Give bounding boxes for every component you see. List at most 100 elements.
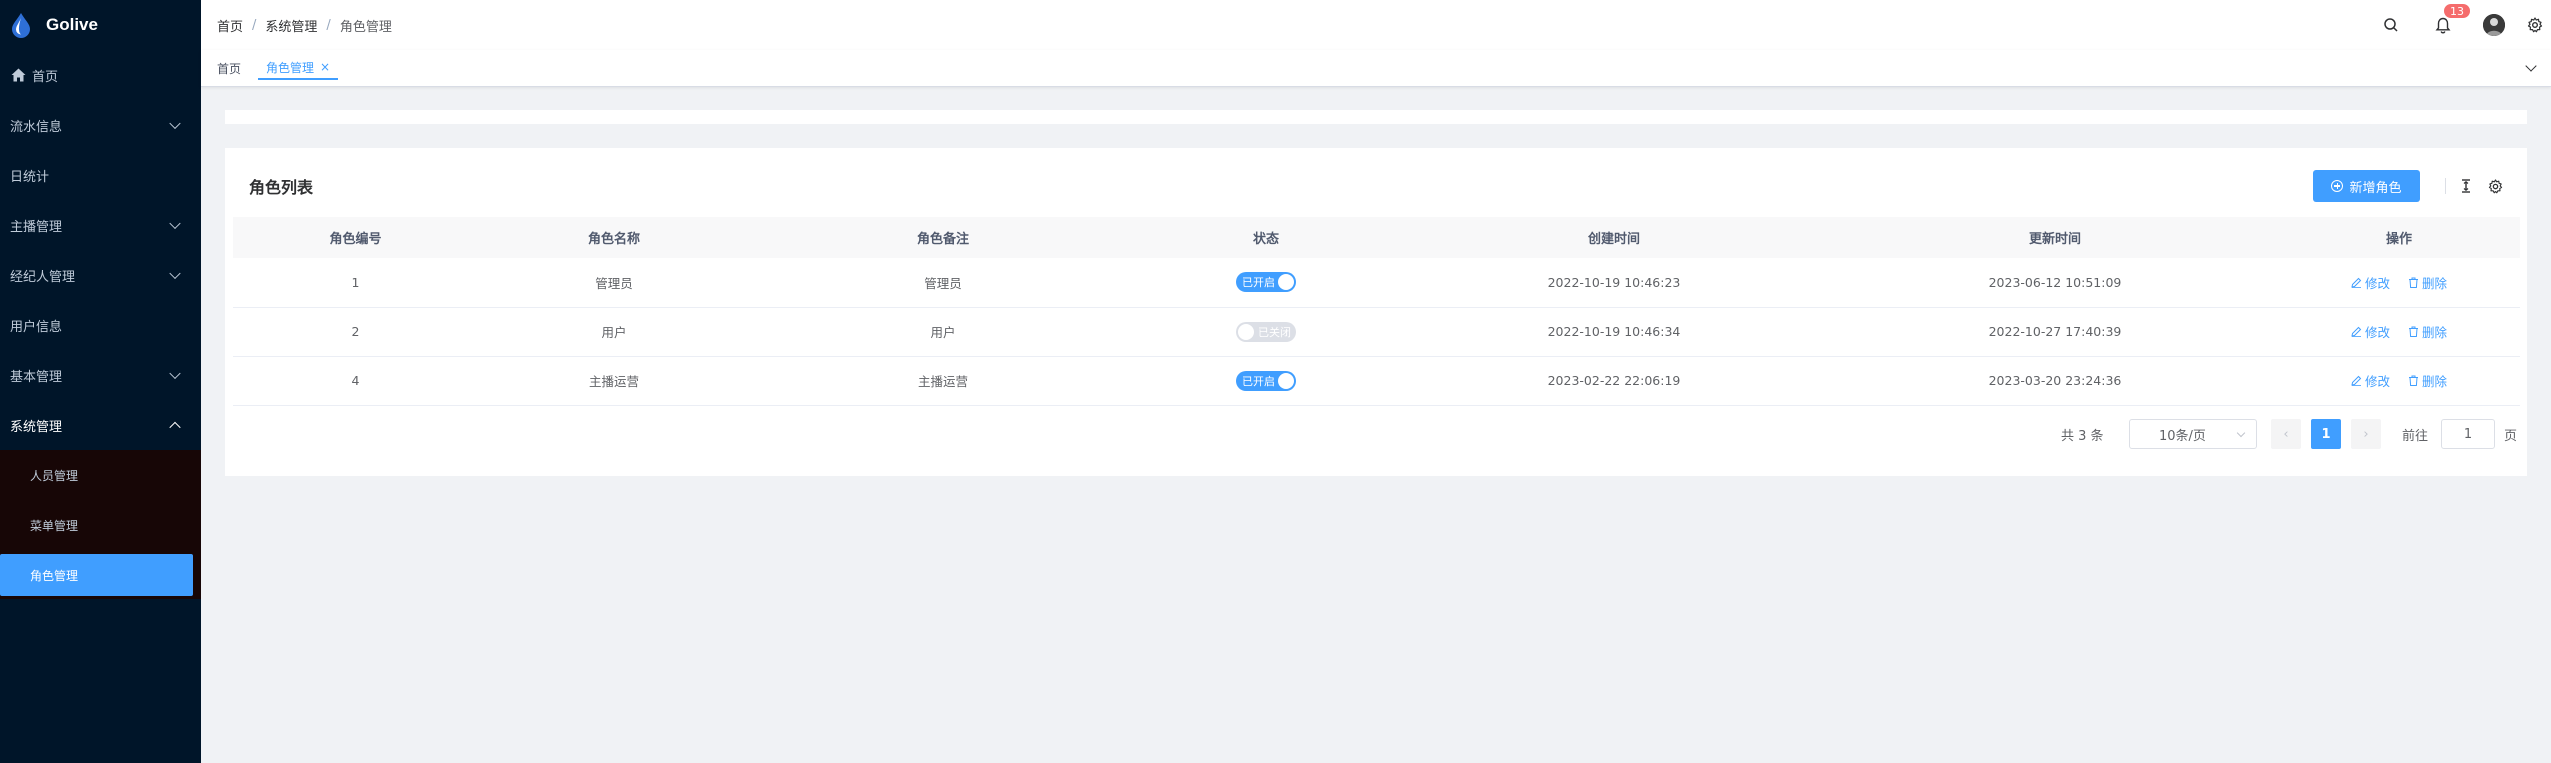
sidebar-item-label: 系统管理: [10, 419, 63, 435]
prev-page-button[interactable]: ‹: [2271, 419, 2301, 449]
sidebar-item-label: 首页: [32, 69, 59, 85]
sidebar-item-system-management[interactable]: 系统管理: [0, 400, 201, 450]
sidebar-item-label: 日统计: [10, 169, 50, 185]
goto-page-input[interactable]: [2441, 419, 2495, 449]
page-size-select[interactable]: 10条/页: [2129, 419, 2257, 449]
sidebar: Golive 首页 流水信息 日统计 主播管理 经纪人管理 用户信息 基本管理 …: [0, 0, 201, 763]
sidebar-item-agent-management[interactable]: 经纪人管理: [0, 250, 201, 300]
plus-circle-icon: [2331, 180, 2344, 192]
created-time: 2022-10-19 10:46:34: [1396, 307, 1832, 357]
chevron-down-icon: [169, 267, 181, 280]
sidebar-item-home[interactable]: 首页: [0, 50, 201, 100]
trash-icon: [2408, 326, 2418, 337]
role-remark: 用户: [750, 307, 1136, 357]
sidebar-item-anchor-management[interactable]: 主播管理: [0, 200, 201, 250]
column-height-icon[interactable]: [2456, 176, 2476, 196]
chevron-up-icon: [169, 421, 181, 434]
role-id: 2: [233, 307, 478, 357]
page-suffix: 页: [2504, 429, 2518, 444]
role-remark: 管理员: [750, 258, 1136, 308]
gear-icon[interactable]: [2485, 176, 2505, 196]
gear-icon[interactable]: [2525, 15, 2545, 35]
chevron-down-icon[interactable]: [2525, 60, 2537, 72]
tags-view: 首页 角色管理 ×: [201, 50, 2551, 87]
sidebar-subitem-menu[interactable]: 菜单管理: [0, 500, 201, 550]
close-icon[interactable]: ×: [320, 60, 330, 74]
delete-button[interactable]: 删除: [2408, 322, 2447, 341]
app-title: Golive: [46, 15, 98, 34]
breadcrumb: 首页 / 系统管理 / 角色管理: [217, 16, 392, 35]
toggle-knob: [1238, 323, 1254, 340]
status-label: 已开启: [1242, 276, 1275, 290]
actions-cell: 修改 删除: [2278, 307, 2520, 357]
status-cell: 已开启: [1136, 356, 1396, 406]
status-cell: 已开启: [1136, 258, 1396, 308]
bell-icon[interactable]: 13: [2433, 3, 2471, 35]
tag-label: 角色管理: [266, 60, 315, 75]
sidebar-item-flow-info[interactable]: 流水信息: [0, 100, 201, 150]
edit-icon: [2351, 375, 2362, 386]
table-header-row: 角色编号 角色名称 角色备注 状态 创建时间 更新时间 操作: [233, 217, 2520, 258]
edit-label: 修改: [2364, 325, 2390, 340]
status-cell: 已关闭: [1136, 307, 1396, 357]
system-submenu: 人员管理 菜单管理 角色管理: [0, 450, 201, 599]
toggle-knob: [1278, 274, 1294, 291]
updated-time: 2023-03-20 23:24:36: [1832, 356, 2278, 406]
updated-time: 2022-10-27 17:40:39: [1832, 307, 2278, 357]
column-header: 创建时间: [1396, 217, 1832, 258]
pagination: 共 3 条 10条/页 ‹ 1 › 前往 页: [225, 419, 2527, 449]
column-header: 操作: [2278, 217, 2520, 258]
status-label: 已开启: [1242, 374, 1275, 388]
edit-label: 修改: [2364, 374, 2390, 389]
goto-label: 前往: [2402, 429, 2429, 444]
column-header: 角色备注: [750, 217, 1136, 258]
created-time: 2023-02-22 22:06:19: [1396, 356, 1832, 406]
tag-home[interactable]: 首页: [209, 56, 249, 80]
edit-icon: [2351, 277, 2362, 288]
sidebar-item-basic-management[interactable]: 基本管理: [0, 350, 201, 400]
breadcrumb-home[interactable]: 首页: [217, 16, 243, 35]
status-toggle[interactable]: 已开启: [1236, 370, 1296, 391]
sidebar-item-user-info[interactable]: 用户信息: [0, 300, 201, 350]
table-row: 1 管理员 管理员 已开启 2022-10-19 10:46:23 2023-0…: [233, 258, 2520, 308]
home-icon: [10, 67, 26, 83]
edit-button[interactable]: 修改: [2351, 273, 2390, 292]
role-id: 4: [233, 356, 478, 406]
sidebar-subitem-role[interactable]: 角色管理: [0, 554, 193, 596]
edit-icon: [2351, 326, 2362, 337]
column-header: 状态: [1136, 217, 1396, 258]
sidebar-item-label: 经纪人管理: [10, 269, 76, 285]
breadcrumb-system[interactable]: 系统管理: [265, 16, 317, 35]
table-row: 4 主播运营 主播运营 已开启 2023-02-22 22:06:19 2023…: [233, 356, 2520, 406]
trash-icon: [2408, 277, 2418, 288]
add-role-button[interactable]: 新增角色: [2313, 170, 2420, 202]
delete-button[interactable]: 删除: [2408, 273, 2447, 292]
sidebar-subitem-staff[interactable]: 人员管理: [0, 450, 201, 500]
status-toggle[interactable]: 已开启: [1236, 272, 1296, 293]
created-time: 2022-10-19 10:46:23: [1396, 258, 1832, 308]
logo[interactable]: Golive: [0, 0, 201, 50]
sidebar-item-label: 人员管理: [30, 468, 79, 483]
sidebar-item-label: 基本管理: [10, 369, 63, 385]
column-header: 角色名称: [478, 217, 750, 258]
role-id: 1: [233, 258, 478, 308]
sidebar-item-daily-stats[interactable]: 日统计: [0, 150, 201, 200]
edit-button[interactable]: 修改: [2351, 371, 2390, 390]
edit-button[interactable]: 修改: [2351, 322, 2390, 341]
breadcrumb-separator: /: [252, 17, 257, 33]
role-list-card: 角色列表 新增角色 角色编号 角色名称 角色备注 状态 创建时间 更新时间 操作: [225, 148, 2527, 476]
status-toggle[interactable]: 已关闭: [1236, 321, 1296, 342]
tag-role-management[interactable]: 角色管理 ×: [258, 56, 339, 80]
delete-label: 删除: [2421, 325, 2447, 340]
avatar[interactable]: [2483, 14, 2505, 36]
delete-button[interactable]: 删除: [2408, 371, 2447, 390]
toggle-knob: [1278, 372, 1294, 389]
trash-icon: [2408, 375, 2418, 386]
role-remark: 主播运营: [750, 356, 1136, 406]
status-label: 已关闭: [1258, 325, 1291, 339]
sidebar-item-label: 主播管理: [10, 219, 63, 235]
next-page-button[interactable]: ›: [2351, 419, 2381, 449]
header-actions: 13: [2381, 0, 2551, 50]
page-number-button[interactable]: 1: [2311, 419, 2341, 449]
search-icon[interactable]: [2381, 15, 2401, 35]
